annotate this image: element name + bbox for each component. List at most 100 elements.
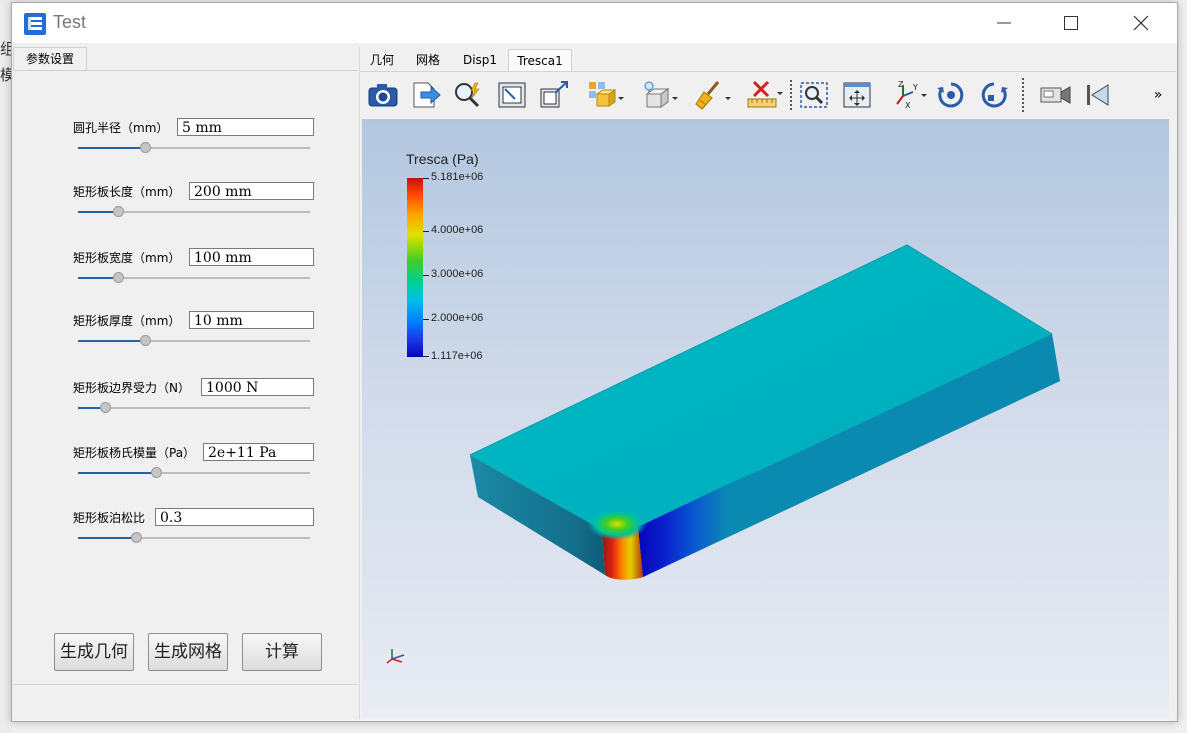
tab-geometry[interactable]: 几何 [364, 49, 400, 71]
param-label-boundary-force: 矩形板边界受力（N） [73, 381, 190, 395]
stress-plate-model [386, 244, 1060, 664]
rotate-cw-icon [937, 82, 964, 108]
window-title: Test [53, 12, 87, 32]
display-mode-button[interactable] [586, 78, 626, 112]
render-style-icon [644, 81, 678, 108]
3d-viewport[interactable]: Tresca (Pa) 5.181e+06 4.000e+06 3.000e+0… [362, 119, 1169, 717]
param-label-plate-length: 矩形板长度（mm） [73, 185, 181, 199]
axes-xyz-icon: Z YX [896, 80, 927, 110]
magnify-pick-icon [455, 82, 480, 108]
slider-handle[interactable] [131, 532, 142, 543]
toolbar-separator [790, 80, 793, 110]
camera-icon [368, 84, 398, 107]
frame-expand-icon [540, 81, 568, 108]
plate-top-hot-zone [587, 508, 647, 540]
app-stack-icon [24, 13, 46, 35]
maximize-button[interactable] [1048, 3, 1094, 43]
youngs-modulus-input[interactable]: 2e+11 Pa [203, 443, 314, 461]
tab-parameter-settings[interactable]: 参数设置 [13, 47, 87, 71]
inset-frame-button[interactable] [495, 78, 529, 112]
slider-handle[interactable] [140, 335, 151, 346]
poisson-ratio-slider[interactable] [78, 532, 310, 544]
param-label-plate-width: 矩形板宽度（mm） [73, 251, 181, 265]
plate-width-input[interactable]: 100 mm [189, 248, 314, 266]
expand-frame-button[interactable] [537, 78, 571, 112]
slider-handle[interactable] [140, 142, 151, 153]
slider-fill [78, 147, 140, 149]
generate-geometry-button[interactable]: 生成几何 [54, 633, 134, 671]
screenshot-button[interactable] [366, 78, 400, 112]
zoom-box-icon [800, 82, 828, 108]
close-button[interactable] [1118, 3, 1164, 43]
rotate-ccw-button[interactable] [977, 78, 1011, 112]
fit-all-button[interactable] [840, 78, 874, 112]
slider-groove [78, 407, 310, 409]
fit-all-icon [843, 82, 871, 108]
export-button[interactable] [409, 78, 443, 112]
svg-text:X: X [905, 101, 911, 110]
slider-fill [78, 537, 131, 539]
minimize-button[interactable] [981, 3, 1027, 43]
close-icon [1133, 15, 1149, 31]
clear-button[interactable] [693, 78, 733, 112]
title-bar[interactable]: Test [12, 3, 1177, 43]
svg-text:Y: Y [912, 83, 918, 92]
measure-ruler-icon [747, 80, 783, 108]
youngs-modulus-slider[interactable] [78, 467, 310, 479]
slider-handle[interactable] [100, 402, 111, 413]
app-window: Test 参数设置 圆孔半径（mm） 5 mm 矩形板长度（mm） 200 mm… [11, 2, 1178, 722]
poisson-ratio-input[interactable]: 0.3 [155, 508, 314, 526]
plate-length-input[interactable]: 200 mm [189, 182, 314, 200]
toolbar-overflow-button[interactable]: » [1148, 78, 1168, 112]
tab-disp1[interactable]: Disp1 [456, 49, 504, 71]
param-label-hole-radius: 圆孔半径（mm） [73, 121, 169, 135]
zoom-box-button[interactable] [797, 78, 831, 112]
clear-brush-icon [695, 81, 731, 110]
measure-button[interactable] [745, 78, 785, 112]
svg-text:Z: Z [898, 80, 904, 89]
tab-mesh[interactable]: 网格 [410, 49, 446, 71]
plate-thickness-input[interactable]: 10 mm [189, 311, 314, 329]
plate-width-slider[interactable] [78, 272, 310, 284]
compute-button[interactable]: 计算 [242, 633, 322, 671]
hole-radius-input[interactable]: 5 mm [177, 118, 314, 136]
plate-length-slider[interactable] [78, 206, 310, 218]
video-camera-icon [1040, 86, 1071, 104]
record-video-button[interactable] [1039, 78, 1073, 112]
slider-handle[interactable] [113, 206, 124, 217]
plate-thickness-slider[interactable] [78, 335, 310, 347]
slider-fill [78, 277, 113, 279]
slider-handle[interactable] [113, 272, 124, 283]
boundary-force-slider[interactable] [78, 402, 310, 414]
maximize-icon [1064, 16, 1078, 30]
generate-mesh-button[interactable]: 生成网格 [148, 633, 228, 671]
minimize-icon [997, 22, 1011, 24]
pick-button[interactable] [451, 78, 485, 112]
axes-view-button[interactable]: ZYX [888, 78, 928, 112]
boundary-force-input[interactable]: 1000 N [201, 378, 314, 396]
reset-view-icon [1087, 84, 1109, 106]
rotate-cw-button[interactable] [934, 78, 968, 112]
parameter-panel: 参数设置 圆孔半径（mm） 5 mm 矩形板长度（mm） 200 mm 矩形板宽… [12, 47, 360, 719]
tab-tresca1[interactable]: Tresca1 [508, 49, 572, 72]
slider-fill [78, 407, 100, 409]
param-label-youngs-modulus: 矩形板杨氏模量（Pa） [73, 446, 196, 460]
render-style-button[interactable] [640, 78, 680, 112]
export-arrow-icon [413, 82, 441, 108]
rotate-ccw-icon [981, 82, 1008, 108]
toolbar-separator [1022, 78, 1025, 112]
slider-fill [78, 472, 151, 474]
slider-fill [78, 340, 140, 342]
param-label-poisson-ratio: 矩形板泊松比 [73, 511, 146, 525]
frame-inset-icon [498, 82, 526, 108]
view-panel: 几何 网格 Disp1 Tresca1 Z Y X » Tresca (Pa) … [360, 47, 1176, 719]
hole-radius-slider[interactable] [78, 142, 310, 154]
orientation-axes [386, 649, 405, 664]
slider-handle[interactable] [151, 467, 162, 478]
slider-fill [78, 211, 113, 213]
display-mode-icon [589, 82, 624, 107]
view-toolbar: ZYX » [360, 71, 1176, 120]
param-label-plate-thickness: 矩形板厚度（mm） [73, 314, 181, 328]
reset-view-button[interactable] [1081, 78, 1115, 112]
parameter-form: 圆孔半径（mm） 5 mm 矩形板长度（mm） 200 mm 矩形板宽度（mm）… [13, 70, 358, 685]
